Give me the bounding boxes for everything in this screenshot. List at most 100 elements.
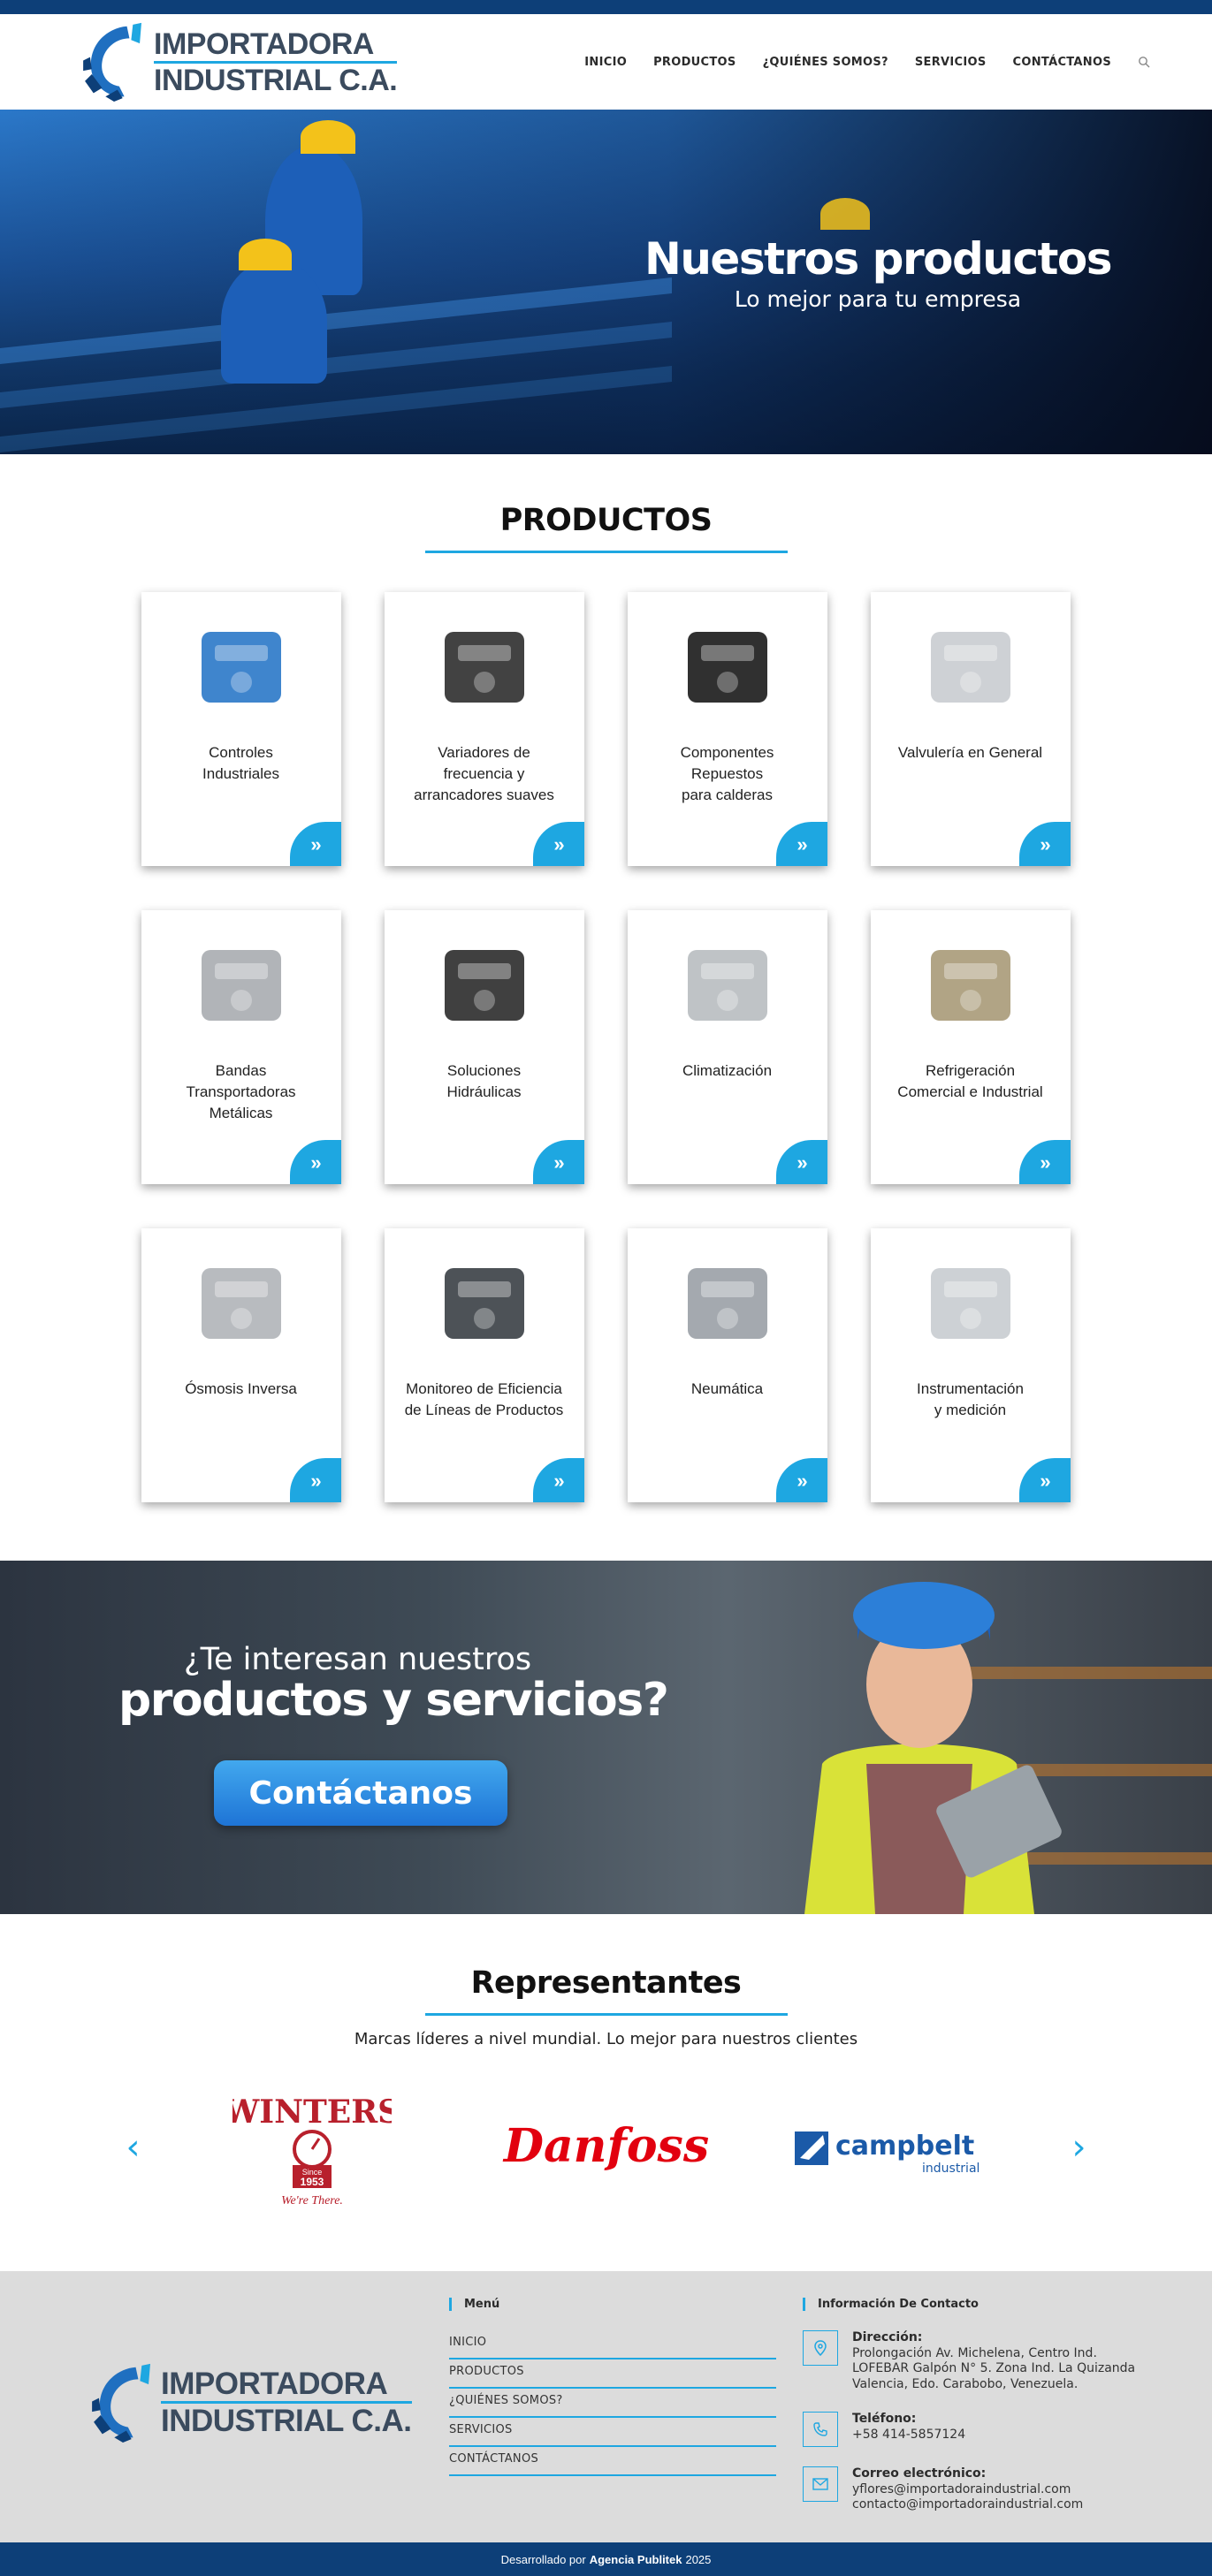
representatives-section: Representantes Marcas líderes a nivel mu…: [0, 1914, 1212, 2271]
credits-bar: Desarrollado por Agencia Publitek 2025: [0, 2542, 1212, 2576]
product-label: Bandas Transportadoras Metálicas: [186, 1062, 296, 1121]
reps-title: Representantes: [470, 1965, 742, 2001]
credits-agency[interactable]: Agencia Publitek: [590, 2553, 682, 2566]
email-label: Correo electrónico:: [852, 2466, 987, 2481]
hero-worker: [221, 260, 327, 384]
cta-banner: ¿Te interesan nuestros productos y servi…: [0, 1561, 1212, 1914]
ball-valve-icon: [871, 592, 1071, 742]
double-chevron-right-icon[interactable]: »: [532, 1458, 584, 1502]
nav-productos[interactable]: PRODUCTOS: [653, 56, 736, 69]
svg-text:campbelt: campbelt: [835, 2131, 974, 2162]
top-bar: [0, 0, 1212, 14]
hero-helmet: [820, 198, 870, 230]
footer-link-inicio[interactable]: INICIO: [449, 2330, 776, 2359]
double-chevron-right-icon[interactable]: »: [289, 822, 341, 866]
logo-line1: IMPORTADORA: [154, 29, 398, 64]
brand-campbelt[interactable]: campbelt industrial: [767, 2086, 1033, 2209]
product-card[interactable]: Instrumentación y medición »: [870, 1228, 1071, 1502]
hero-machine-band: [0, 366, 672, 452]
svg-text:industrial: industrial: [922, 2162, 980, 2176]
search-icon[interactable]: [1138, 56, 1150, 68]
product-label: Variadores de frecuencia y arrancadores …: [414, 744, 554, 803]
hero-subtitle: Lo mejor para tu empresa: [734, 286, 1022, 312]
monitor-icon: [385, 1228, 584, 1379]
nav-servicios[interactable]: SERVICIOS: [915, 56, 987, 69]
email-2[interactable]: contacto@importadoraindustrial.com: [852, 2497, 1083, 2513]
product-label: Valvulería en General: [897, 744, 1043, 761]
carousel-prev-icon[interactable]: ‹: [116, 2127, 151, 2168]
product-card[interactable]: Monitoreo de Eficiencia de Líneas de Pro…: [384, 1228, 584, 1502]
product-card[interactable]: Neumática »: [627, 1228, 827, 1502]
metal-belt-icon: [141, 910, 341, 1060]
products-section: PRODUCTOS Controles Industriales » Variado…: [0, 454, 1212, 1561]
product-label: Monitoreo de Eficiencia de Líneas de Pro…: [404, 1380, 564, 1418]
product-label: Ósmosis Inversa: [185, 1380, 297, 1397]
product-card[interactable]: Ósmosis Inversa »: [141, 1228, 341, 1502]
brand-danfoss[interactable]: Danfoss: [474, 2086, 739, 2209]
site-header: IMPORTADORA INDUSTRIAL C.A. INICIO PRODU…: [0, 14, 1212, 110]
email-1[interactable]: yflores@importadoraindustrial.com: [852, 2482, 1083, 2498]
double-chevron-right-icon[interactable]: »: [532, 822, 584, 866]
phone-icon: [803, 2412, 838, 2447]
brand-winters[interactable]: WINTERS Since 1953 We're There.: [179, 2086, 445, 2209]
product-label: Componentes Repuestos para calderas: [680, 744, 774, 803]
double-chevron-right-icon[interactable]: »: [775, 1458, 827, 1502]
worker-woman-image: [804, 1582, 1062, 1914]
contact-phone: Teléfono: +58 414-5857124: [803, 2412, 1139, 2447]
hero-helmet: [301, 120, 355, 154]
nav-inicio[interactable]: INICIO: [584, 56, 627, 69]
products-title: PRODUCTOS: [499, 503, 713, 538]
boiler-part-icon: [628, 592, 827, 742]
contact-button[interactable]: Contáctanos: [214, 1760, 507, 1826]
product-card[interactable]: Componentes Repuestos para calderas»: [627, 592, 827, 866]
winters-logo: WINTERS Since 1953 We're There.: [232, 2093, 392, 2207]
credits-year: 2025: [685, 2552, 712, 2566]
contact-address: Dirección: Prolongación Av. Michelena, C…: [803, 2330, 1139, 2392]
double-chevron-right-icon[interactable]: »: [1018, 1458, 1071, 1502]
double-chevron-right-icon[interactable]: »: [775, 1140, 827, 1184]
footer-logo-line2: INDUSTRIAL C.A.: [161, 2404, 412, 2438]
product-card[interactable]: Refrigeración Comercial e Industrial »: [870, 910, 1071, 1184]
hero-helmet: [239, 239, 292, 270]
double-chevron-right-icon[interactable]: »: [532, 1140, 584, 1184]
carousel-next-icon[interactable]: ›: [1062, 2127, 1097, 2168]
campbelt-logo: campbelt industrial: [795, 2131, 980, 2176]
double-chevron-right-icon[interactable]: »: [1018, 1140, 1071, 1184]
site-footer: IMPORTADORA INDUSTRIAL C.A. Menú INICIO …: [0, 2271, 1212, 2542]
danfoss-logo: Danfoss: [501, 2119, 708, 2173]
map-pin-icon: [803, 2330, 838, 2366]
double-chevron-right-icon[interactable]: »: [1018, 822, 1071, 866]
footer-link-quienes-somos[interactable]: ¿QUIÉNES SOMOS?: [449, 2389, 776, 2418]
hydraulic-icon: [385, 910, 584, 1060]
footer-logo[interactable]: IMPORTADORA INDUSTRIAL C.A.: [88, 2262, 442, 2542]
product-card[interactable]: Valvulería en General »: [870, 592, 1071, 866]
hero-title: Nuestros productos: [644, 233, 1113, 285]
double-chevron-right-icon[interactable]: »: [289, 1140, 341, 1184]
nav-contactanos[interactable]: CONTÁCTANOS: [1013, 56, 1111, 69]
gear-logo-icon: [83, 22, 141, 103]
cta-question-line2: productos y servicios?: [118, 1674, 669, 1727]
phone-label: Teléfono:: [852, 2412, 917, 2426]
footer-link-servicios[interactable]: SERVICIOS: [449, 2418, 776, 2447]
phone-number[interactable]: +58 414-5857124: [852, 2428, 965, 2442]
product-card[interactable]: Variadores de frecuencia y arrancadores …: [384, 592, 584, 866]
address-label: Dirección:: [852, 2330, 923, 2344]
product-card[interactable]: Controles Industriales »: [141, 592, 341, 866]
footer-menu: Menú INICIO PRODUCTOS ¿QUIÉNES SOMOS? SE…: [449, 2271, 776, 2542]
nav-quienes-somos[interactable]: ¿QUIÉNES SOMOS?: [763, 56, 888, 69]
svg-text:WINTERS: WINTERS: [232, 2093, 392, 2131]
product-card[interactable]: Bandas Transportadoras Metálicas »: [141, 910, 341, 1184]
envelope-icon: [803, 2466, 838, 2502]
logo-line2: INDUSTRIAL C.A.: [154, 63, 398, 97]
product-label: Neumática: [690, 1380, 764, 1397]
double-chevron-right-icon[interactable]: »: [775, 822, 827, 866]
footer-logo-line1: IMPORTADORA: [161, 2368, 412, 2404]
footer-link-productos[interactable]: PRODUCTOS: [449, 2359, 776, 2389]
site-logo[interactable]: IMPORTADORA INDUSTRIAL C.A.: [80, 21, 398, 103]
product-card[interactable]: Soluciones Hidráulicas »: [384, 910, 584, 1184]
valve-icon: [141, 592, 341, 742]
footer-link-contactanos[interactable]: CONTÁCTANOS: [449, 2447, 776, 2476]
product-card[interactable]: Climatización »: [627, 910, 827, 1184]
double-chevron-right-icon[interactable]: »: [289, 1458, 341, 1502]
gauge-icon: [871, 1228, 1071, 1379]
